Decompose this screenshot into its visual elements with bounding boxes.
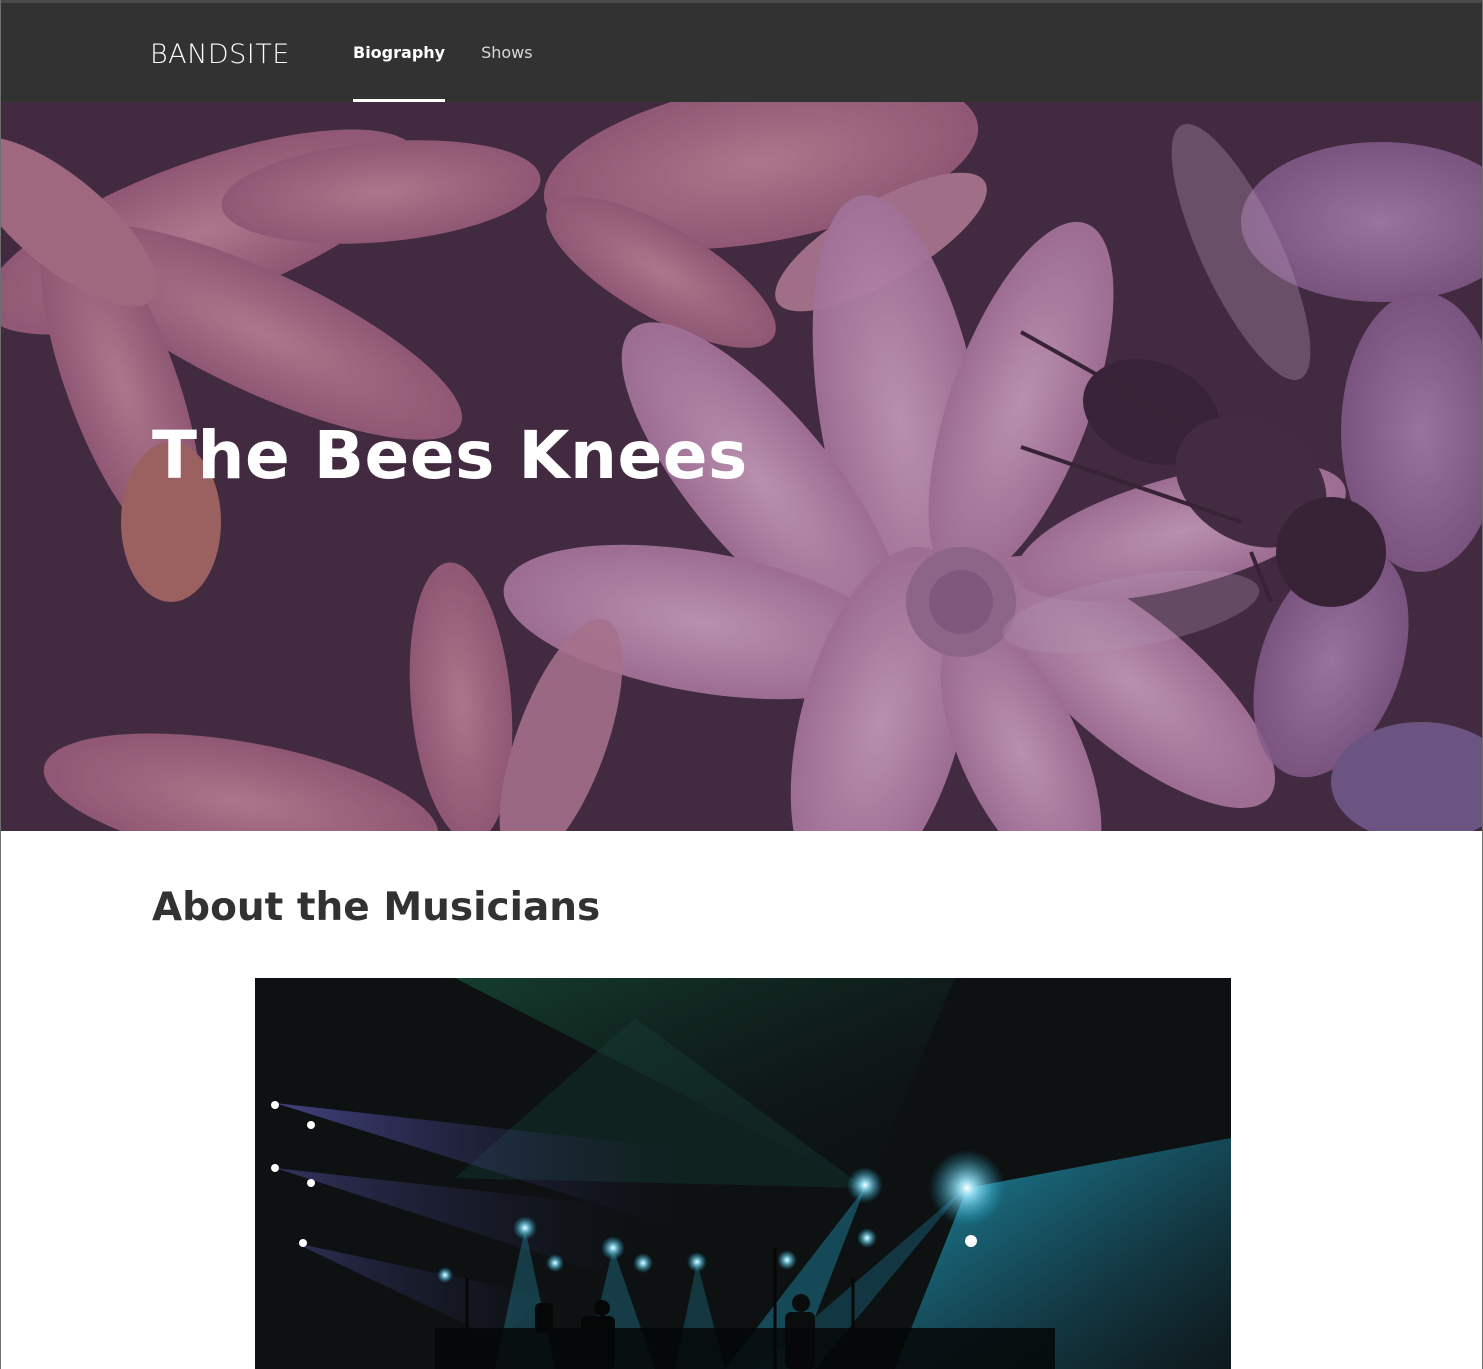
hero-title: The Bees Knees [152,417,748,494]
concert-stage-photo [255,978,1231,1369]
hero-banner: The Bees Knees [1,102,1482,831]
main-nav: Biography Shows [353,3,569,103]
site-header: BANDSITE Biography Shows [1,0,1482,103]
site-logo[interactable]: BANDSITE [150,39,290,70]
band-concert-image [255,978,1231,1369]
nav-link-shows[interactable]: Shows [481,3,533,102]
section-title-about: About the Musicians [152,885,601,930]
nav-link-biography[interactable]: Biography [353,3,446,103]
